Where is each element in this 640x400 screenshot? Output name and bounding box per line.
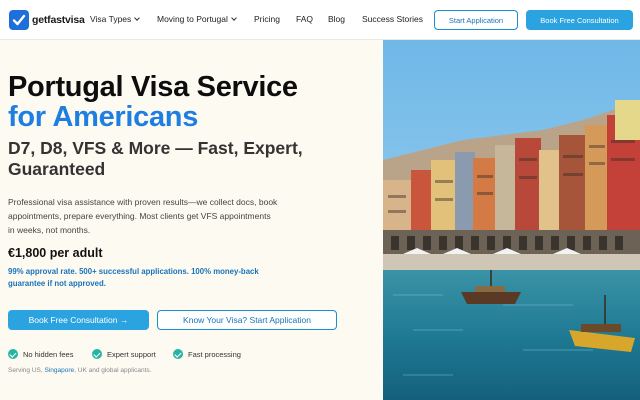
nav-faq-label: FAQ xyxy=(296,14,314,24)
hero-title-line1: Portugal Visa Service xyxy=(8,71,298,103)
nav-visa-types-label: Visa Types xyxy=(90,14,132,24)
nav-pricing[interactable]: Pricing xyxy=(254,14,280,24)
serving-highlight[interactable]: Singapore xyxy=(45,367,75,374)
feature-expert-support: Expert support xyxy=(92,349,156,359)
feature-label: No hidden fees xyxy=(23,349,74,359)
price-label: €1,800 per adult xyxy=(8,246,103,260)
logo[interactable]: getfastvisa xyxy=(9,10,85,30)
check-circle-icon xyxy=(92,349,102,359)
nav-blog[interactable]: Blog xyxy=(328,14,345,24)
hero-description: Professional visa assistance with proven… xyxy=(8,197,278,235)
logo-text: getfastvisa xyxy=(32,14,85,26)
nav-visa-types[interactable]: Visa Types xyxy=(90,14,141,24)
nav-moving-label: Moving to Portugal xyxy=(157,14,228,24)
hero-title-line2: for Americans xyxy=(8,101,199,133)
nav-faq[interactable]: FAQ xyxy=(296,14,313,24)
top-navigation: getfastvisa Visa Types Moving to Portuga… xyxy=(0,0,640,40)
serving-suffix: , UK and global applicants. xyxy=(74,367,152,374)
check-circle-icon xyxy=(173,349,183,359)
hero-image-porto xyxy=(383,40,640,400)
feature-label: Fast processing xyxy=(188,349,241,359)
hero-book-consultation-button[interactable]: Book Free Consultation → xyxy=(8,310,149,330)
feature-label: Expert support xyxy=(107,349,156,359)
chevron-down-icon xyxy=(134,15,141,21)
serving-note: Serving US, Singapore, UK and global app… xyxy=(8,367,151,374)
hero-start-application-button[interactable]: Know Your Visa? Start Application xyxy=(157,310,337,330)
book-consultation-button[interactable]: Book Free Consultation xyxy=(526,10,633,30)
serving-prefix: Serving US, xyxy=(8,367,45,374)
guarantee-text: 99% approval rate. 500+ successful appli… xyxy=(8,267,259,288)
hero-subtitle: D7, D8, VFS & More — Fast, Expert, Guara… xyxy=(8,138,303,179)
check-circle-icon xyxy=(8,349,18,359)
nav-moving-to-portugal[interactable]: Moving to Portugal xyxy=(157,14,237,24)
nav-success-label: Success Stories xyxy=(362,14,423,24)
nav-blog-label: Blog xyxy=(328,14,346,24)
start-application-button[interactable]: Start Application xyxy=(434,10,518,30)
chevron-down-icon xyxy=(231,15,237,21)
checkmark-badge-icon xyxy=(9,10,29,30)
feature-no-hidden-fees: No hidden fees xyxy=(8,349,73,359)
nav-success-stories[interactable]: Success Stories xyxy=(362,14,423,24)
feature-fast-processing: Fast processing xyxy=(173,349,241,359)
nav-pricing-label: Pricing xyxy=(254,14,280,24)
